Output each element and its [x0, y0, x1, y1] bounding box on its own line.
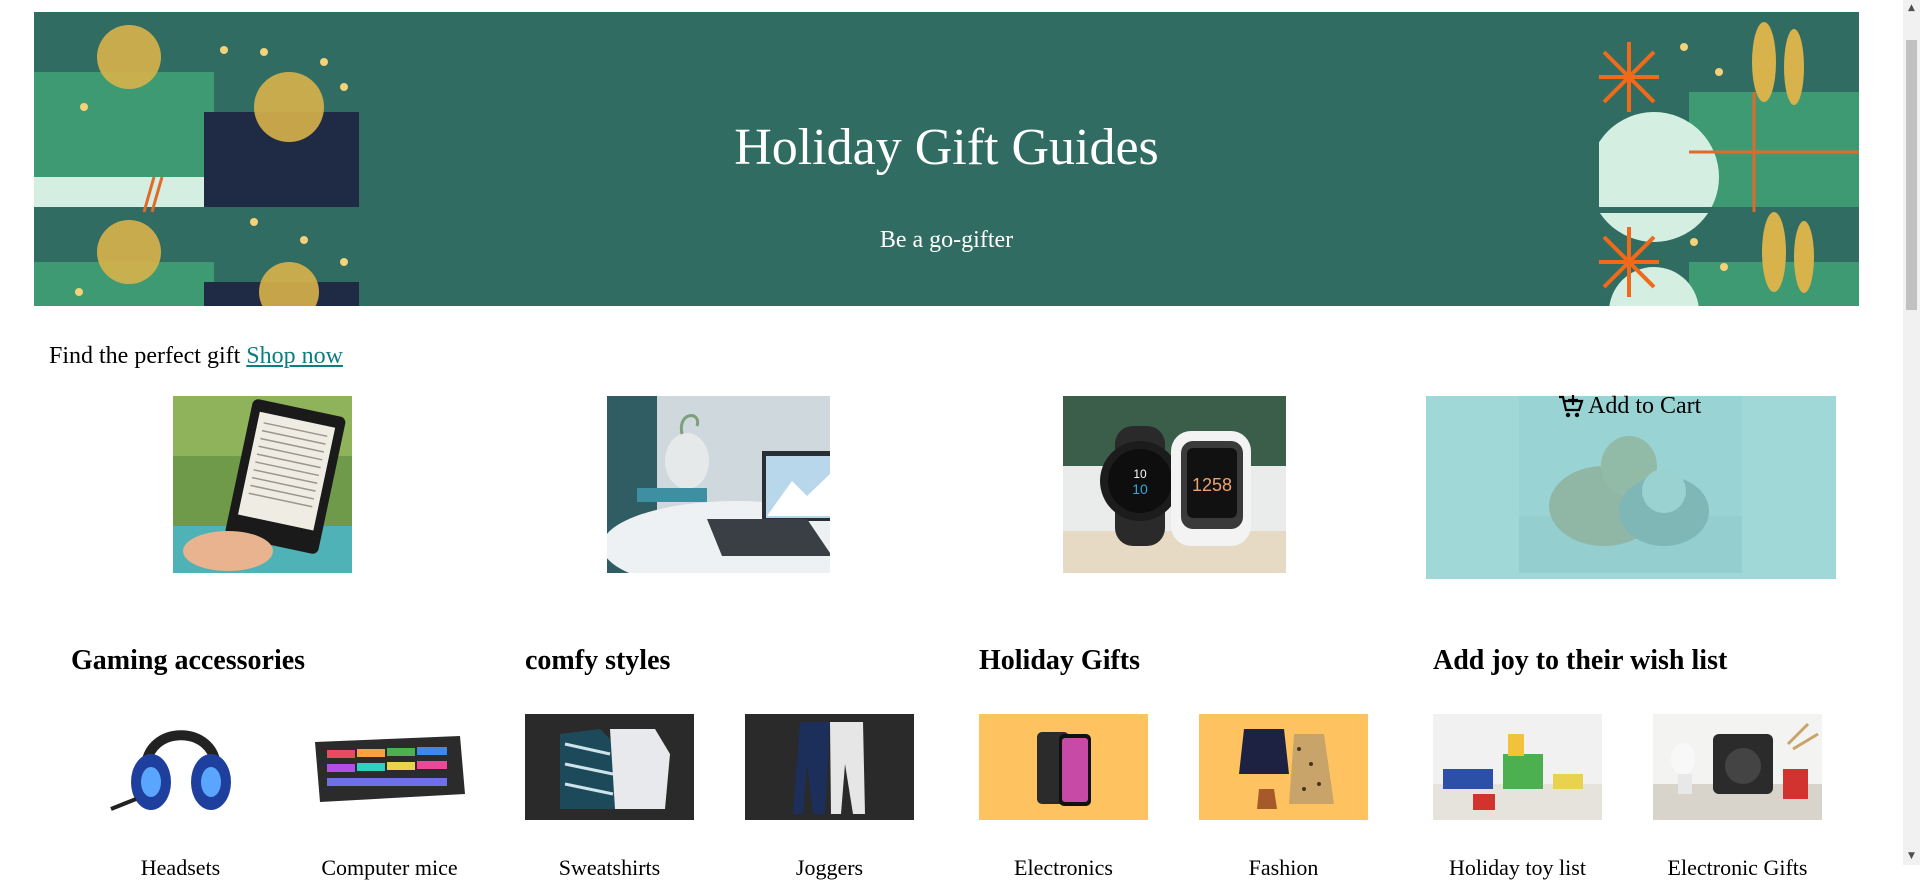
section-title-comfy: comfy styles	[525, 645, 671, 676]
shop-now-link[interactable]: Shop now	[246, 343, 343, 369]
tile-label-fashion[interactable]: Fashion	[1199, 855, 1368, 881]
hero-subtitle: Be a go-gifter	[879, 227, 1014, 253]
scroll-up-arrow-icon[interactable]: ▲	[1903, 0, 1920, 17]
tile-label-sweatshirts[interactable]: Sweatshirts	[525, 855, 694, 881]
cart-plus-icon	[1559, 394, 1584, 417]
find-gift-text: Find the perfect gift	[49, 343, 241, 369]
scroll-down-arrow-icon[interactable]: ▼	[1903, 848, 1920, 865]
toys-tile[interactable]	[1433, 714, 1602, 820]
section-title-holiday: Holiday Gifts	[979, 645, 1141, 676]
scroll-thumb[interactable]	[1906, 40, 1917, 310]
add-to-cart-label: Add to Cart	[1588, 393, 1702, 419]
add-to-cart-overlay	[1426, 396, 1836, 579]
smartphone-tile[interactable]	[979, 714, 1148, 820]
hero-title: Holiday Gift Guides	[734, 119, 1159, 176]
smartwatches-image[interactable]: 10 10 1258	[1063, 396, 1286, 573]
tile-label-electronics[interactable]: Electronics	[979, 855, 1148, 881]
add-to-cart-button[interactable]: Add to Cart	[1558, 393, 1701, 420]
sweatshirts-tile[interactable]	[525, 714, 694, 820]
kindle-ereader-image[interactable]	[173, 396, 352, 573]
tile-label-electronic-gifts[interactable]: Electronic Gifts	[1653, 855, 1822, 881]
rgb-keyboard-tile[interactable]	[305, 714, 474, 820]
speaker-tile[interactable]	[1653, 714, 1822, 820]
svg-text:1258: 1258	[1192, 475, 1232, 495]
svg-text:10: 10	[1133, 467, 1147, 481]
joggers-tile[interactable]	[745, 714, 914, 820]
gaming-headset-tile[interactable]	[96, 714, 265, 820]
tile-label-headsets[interactable]: Headsets	[96, 855, 265, 881]
tile-label-joggers[interactable]: Joggers	[745, 855, 914, 881]
outfit-tile[interactable]	[1199, 714, 1368, 820]
tile-label-computer-mice[interactable]: Computer mice	[305, 855, 474, 881]
laptop-desk-image[interactable]	[607, 396, 830, 573]
hero-banner: Holiday Gift Guides Be a go-gifter	[34, 12, 1859, 306]
section-title-gaming: Gaming accessories	[71, 645, 306, 676]
section-title-wishlist: Add joy to their wish list	[1433, 645, 1728, 676]
vertical-scrollbar[interactable]: ▲ ▼	[1903, 0, 1920, 865]
find-gift-line: Find the perfect gift Shop now	[49, 343, 343, 370]
tile-label-holiday-toy-list[interactable]: Holiday toy list	[1433, 855, 1602, 881]
svg-text:10: 10	[1132, 481, 1148, 497]
